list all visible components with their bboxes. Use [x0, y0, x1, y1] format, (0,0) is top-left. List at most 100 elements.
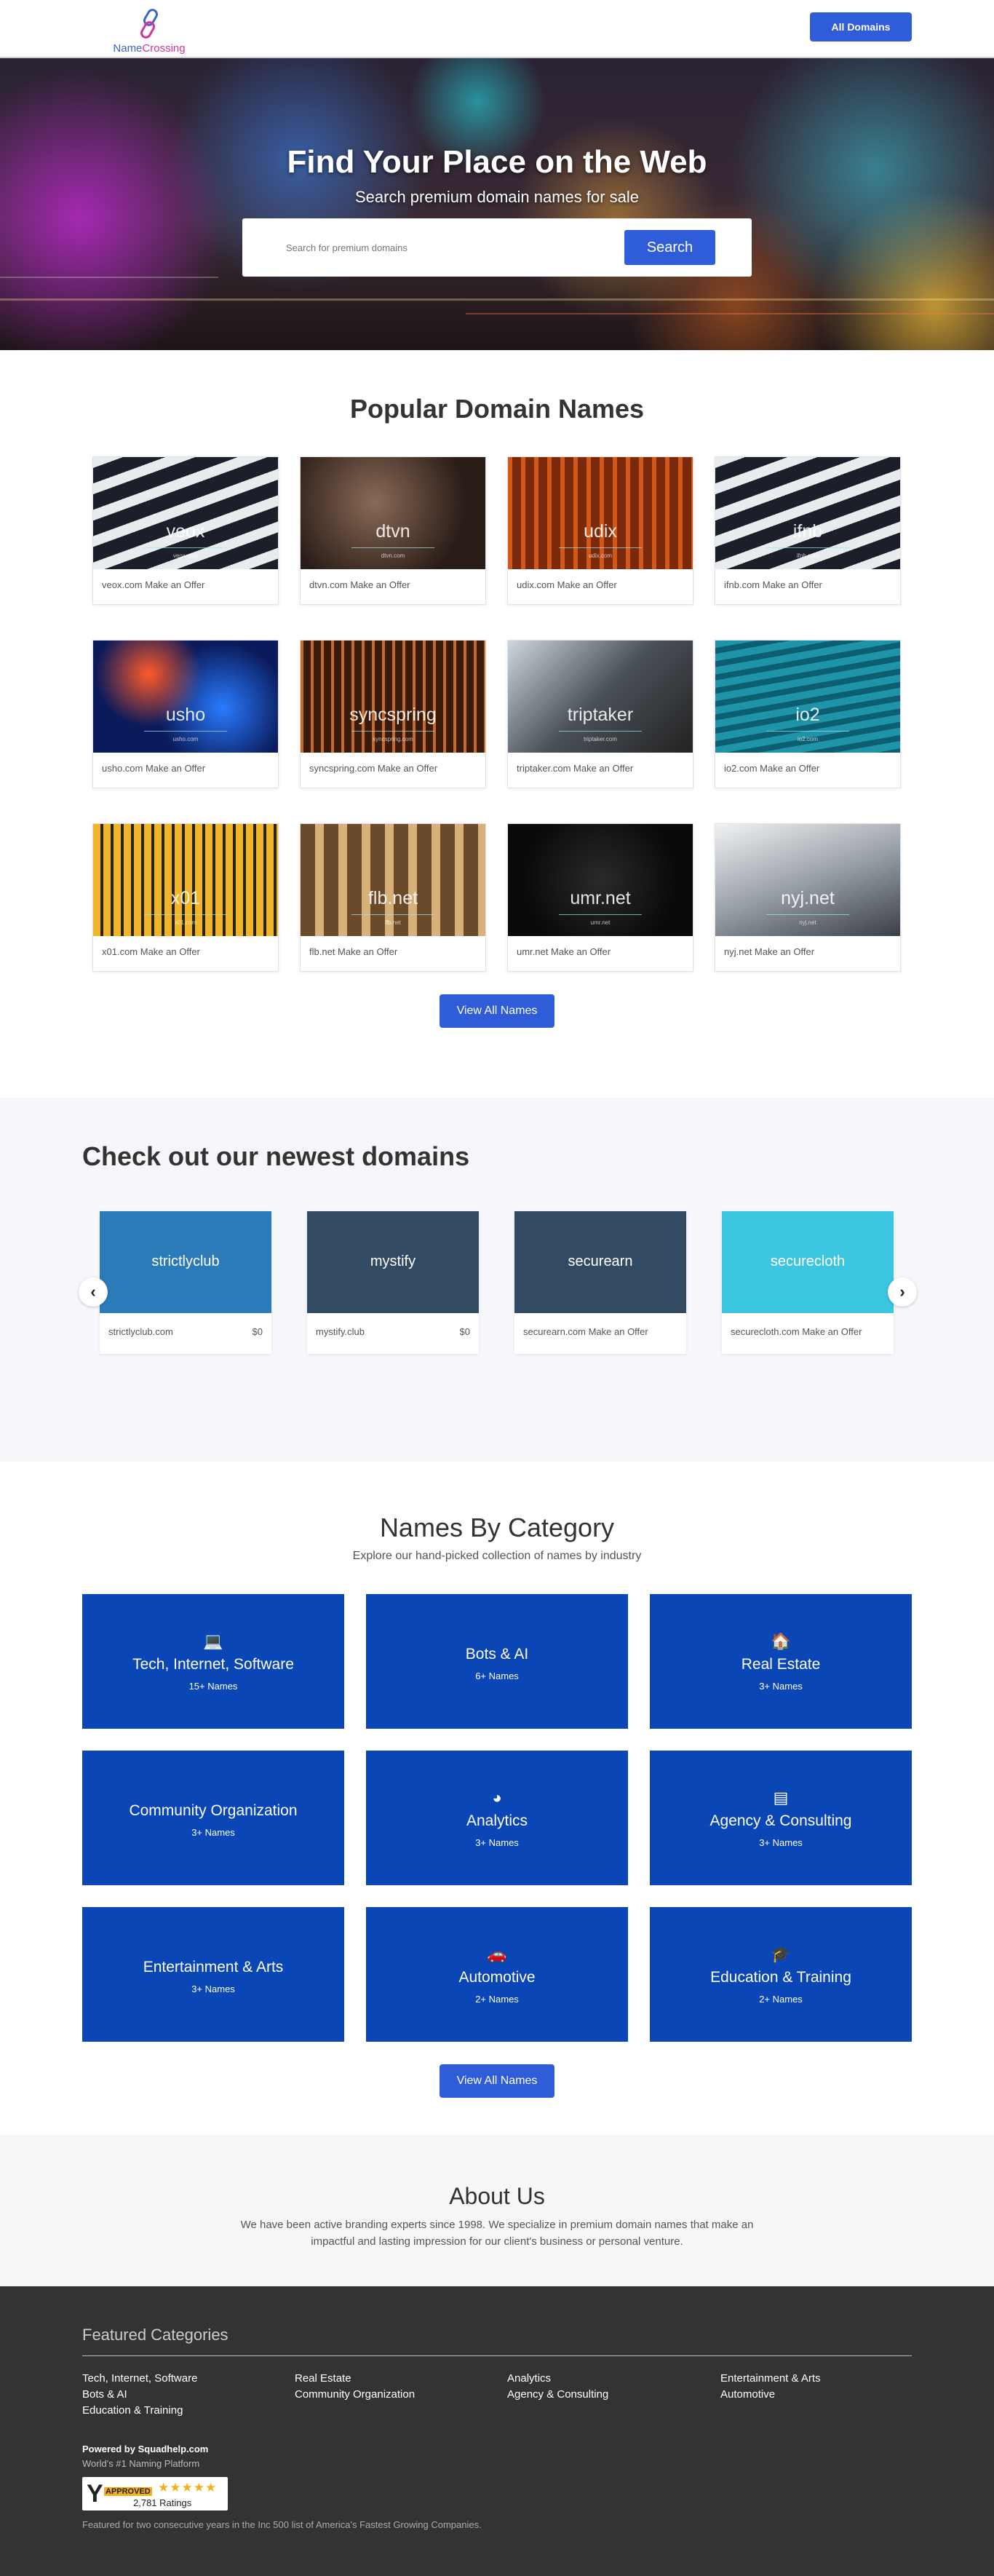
domain-card-small: usho.com: [172, 736, 199, 742]
newest-section: Check out our newest domains strictlyclu…: [0, 1098, 994, 1462]
footer-category-link[interactable]: Community Organization: [295, 2387, 498, 2403]
domain-card-caption: syncspring.com Make an Offer: [309, 763, 438, 774]
approved-badge[interactable]: Y APPROVED ★★★★★ 2,781 Ratings: [82, 2477, 228, 2510]
newest-card-domain: securearn.com Make an Offer: [523, 1326, 648, 1337]
site-footer: Featured Categories Tech, Internet, Soft…: [0, 2286, 994, 2576]
newest-title: Check out our newest domains: [82, 1141, 470, 1171]
domain-card-caption: nyj.net Make an Offer: [724, 946, 815, 957]
category-name: Education & Training: [710, 1969, 851, 1986]
domain-card-underline: [559, 914, 642, 915]
category-card[interactable]: 🎓 Education & Training 2+ Names: [650, 1907, 912, 2042]
logo[interactable]: NameCrossing: [109, 7, 189, 55]
category-card[interactable]: Bots & AI 6+ Names: [366, 1594, 628, 1729]
view-all-categories-button[interactable]: View All Names: [440, 2064, 554, 2098]
footer-category-link[interactable]: Agency & Consulting: [507, 2387, 711, 2403]
domain-card-wordmark: veox: [166, 521, 205, 542]
domain-card[interactable]: io2 io2.com io2.com Make an Offer: [715, 640, 901, 788]
domain-card-small: udix.com: [588, 552, 612, 559]
carousel-prev-arrow-icon[interactable]: ‹: [79, 1277, 108, 1307]
domain-card[interactable]: udix udix.com udix.com Make an Offer: [507, 456, 693, 605]
domain-card[interactable]: triptaker triptaker.com triptaker.com Ma…: [507, 640, 693, 788]
logo-text: NameCrossing: [113, 42, 186, 55]
popular-grid: veox veox.com veox.com Make an Offer dtv…: [92, 456, 902, 972]
domain-card-wordmark: syncspring: [349, 705, 437, 725]
hero-subtitle: Search premium domain names for sale: [354, 188, 640, 206]
domain-card[interactable]: flb.net flb.net flb.net Make an Offer: [300, 823, 486, 972]
domain-card-underline: [351, 914, 434, 915]
newest-card-domain: mystify.club: [316, 1326, 365, 1337]
domain-card-image: umr.net umr.net: [508, 824, 693, 936]
document-icon: ▤: [773, 1788, 789, 1807]
search-button[interactable]: Search: [624, 230, 715, 265]
footer-title: Featured Categories: [82, 2326, 228, 2344]
category-count: 3+ Names: [759, 1681, 803, 1692]
domain-card-caption: x01.com Make an Offer: [102, 946, 200, 957]
carousel-next-arrow-icon[interactable]: ›: [888, 1277, 917, 1307]
footer-category-link[interactable]: Entertainment & Arts: [720, 2371, 924, 2387]
category-card[interactable]: Entertainment & Arts 3+ Names: [82, 1907, 344, 2042]
category-count: 6+ Names: [475, 1671, 519, 1681]
domain-card[interactable]: ifnb ifnb.com ifnb.com Make an Offer: [715, 456, 901, 605]
category-card[interactable]: ◕ Analytics 3+ Names: [366, 1751, 628, 1885]
category-card[interactable]: ▤ Agency & Consulting 3+ Names: [650, 1751, 912, 1885]
category-card[interactable]: 🏠 Real Estate 3+ Names: [650, 1594, 912, 1729]
newest-card-price: $0: [252, 1326, 263, 1337]
domain-card[interactable]: x01 x01.com x01.com Make an Offer: [92, 823, 279, 972]
domain-card-underline: [351, 547, 434, 548]
car-icon: 🚗: [487, 1945, 507, 1963]
domain-card-caption: udix.com Make an Offer: [517, 579, 617, 590]
badge-approved-label: APPROVED: [104, 2487, 152, 2496]
domain-card[interactable]: syncspring syncspring.com syncspring.com…: [300, 640, 486, 788]
domain-card-caption: io2.com Make an Offer: [724, 763, 820, 774]
category-card[interactable]: 💻 Tech, Internet, Software 15+ Names: [82, 1594, 344, 1729]
domain-card-underline: [766, 731, 849, 732]
domain-card-wordmark: udix: [584, 521, 617, 542]
footer-divider: [82, 2355, 912, 2356]
domain-card-small: x01.com: [174, 919, 197, 926]
newest-domain-card[interactable]: strictlyclub strictlyclub.com $0: [100, 1211, 271, 1354]
domain-card-underline: [351, 731, 434, 732]
category-card[interactable]: 🚗 Automotive 2+ Names: [366, 1907, 628, 2042]
domain-card-small: triptaker.com: [584, 736, 617, 742]
all-domains-button[interactable]: All Domains: [810, 12, 912, 41]
newest-domain-card[interactable]: mystify mystify.club $0: [307, 1211, 479, 1354]
domain-card[interactable]: dtvn dtvn.com dtvn.com Make an Offer: [300, 456, 486, 605]
search-input[interactable]: [286, 233, 621, 262]
footer-category-link[interactable]: Automotive: [720, 2387, 924, 2403]
newest-domain-card[interactable]: securearn securearn.com Make an Offer: [514, 1211, 686, 1354]
powered-by[interactable]: Powered by Squadhelp.com: [82, 2444, 208, 2454]
domain-card[interactable]: veox veox.com veox.com Make an Offer: [92, 456, 279, 605]
popular-title: Popular Domain Names: [349, 394, 645, 424]
footer-category-link[interactable]: Real Estate: [295, 2371, 498, 2387]
category-name: Automotive: [458, 1969, 536, 1986]
categories-grid: 💻 Tech, Internet, Software 15+ Names Bots …: [82, 1594, 912, 2042]
category-card[interactable]: Community Organization 3+ Names: [82, 1751, 344, 1885]
domain-card-small: veox.com: [172, 552, 199, 559]
footer-column: Entertainment & Arts Automotive: [720, 2371, 924, 2403]
footer-column: Tech, Internet, Software Bots & AI Educati…: [82, 2371, 286, 2419]
category-count: 3+ Names: [759, 1837, 803, 1848]
home-icon: 🏠: [771, 1632, 791, 1650]
domain-card-wordmark: io2: [795, 705, 820, 725]
footer-category-link[interactable]: Analytics: [507, 2371, 711, 2387]
newest-card-image: securearn: [514, 1211, 686, 1313]
newest-card-name: mystify: [370, 1253, 416, 1269]
footer-category-link[interactable]: Tech, Internet, Software: [82, 2371, 286, 2387]
domain-card-underline: [559, 731, 642, 732]
about-section: About Us We have been active branding ex…: [0, 2135, 994, 2286]
domain-card-wordmark: x01: [170, 888, 201, 908]
newest-card-footer: securecloth.com Make an Offer: [722, 1313, 894, 1350]
newest-card-name: securecloth: [770, 1253, 846, 1269]
domain-card[interactable]: nyj.net nyj.net nyj.net Make an Offer: [715, 823, 901, 972]
laptop-icon: 💻: [203, 1632, 223, 1650]
newest-card-footer: mystify.club $0: [307, 1313, 479, 1350]
domain-card[interactable]: umr.net umr.net umr.net Make an Offer: [507, 823, 693, 972]
domain-card-small: umr.net: [590, 919, 611, 926]
newest-domain-card[interactable]: securecloth securecloth.com Make an Offe…: [722, 1211, 894, 1354]
domain-card-caption: flb.net Make an Offer: [309, 946, 398, 957]
footer-category-link[interactable]: Bots & AI: [82, 2387, 286, 2403]
domain-card[interactable]: usho usho.com usho.com Make an Offer: [92, 640, 279, 788]
view-all-names-button[interactable]: View All Names: [440, 994, 554, 1028]
domain-card-underline: [144, 547, 227, 548]
footer-category-link[interactable]: Education & Training: [82, 2403, 286, 2419]
